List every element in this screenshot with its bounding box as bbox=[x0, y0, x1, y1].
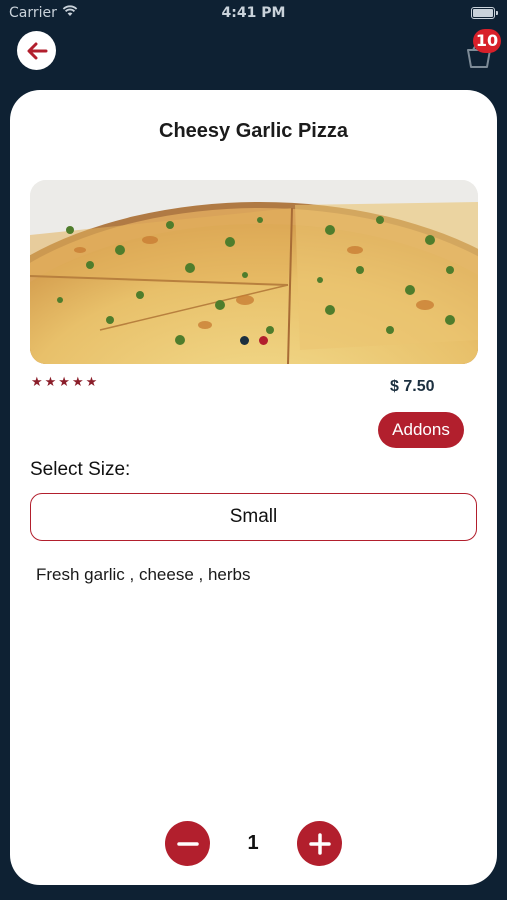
product-image-carousel[interactable] bbox=[30, 180, 478, 364]
star-icon: ★★★★★ bbox=[31, 375, 100, 390]
plus-icon bbox=[308, 832, 331, 855]
quantity-increase-button[interactable] bbox=[297, 821, 342, 866]
product-price: $ 7.50 bbox=[390, 378, 435, 395]
quantity-decrease-button[interactable] bbox=[165, 821, 210, 866]
size-select-value: Small bbox=[229, 506, 278, 527]
minus-icon bbox=[176, 841, 199, 846]
addons-button[interactable]: Addons bbox=[378, 412, 464, 448]
quantity-value: 1 bbox=[247, 832, 259, 854]
battery-icon bbox=[471, 7, 498, 19]
pizza-image bbox=[30, 180, 478, 364]
product-card: Cheesy Garlic Pizza ★★★★★ $ 7.50 Addons … bbox=[10, 90, 497, 885]
size-select[interactable]: Small bbox=[30, 493, 477, 541]
carousel-dot-active[interactable] bbox=[240, 336, 249, 345]
arrow-left-icon bbox=[27, 42, 47, 59]
status-time: 4:41 PM bbox=[221, 5, 286, 21]
select-size-label: Select Size: bbox=[30, 459, 131, 480]
cart-count-badge: 10 bbox=[473, 29, 501, 53]
status-bar: Carrier 4:41 PM bbox=[0, 0, 507, 28]
back-button[interactable] bbox=[17, 31, 56, 70]
product-description: Fresh garlic , cheese , herbs bbox=[36, 565, 251, 584]
carousel-dot[interactable] bbox=[259, 336, 268, 345]
product-title: Cheesy Garlic Pizza bbox=[159, 120, 348, 142]
